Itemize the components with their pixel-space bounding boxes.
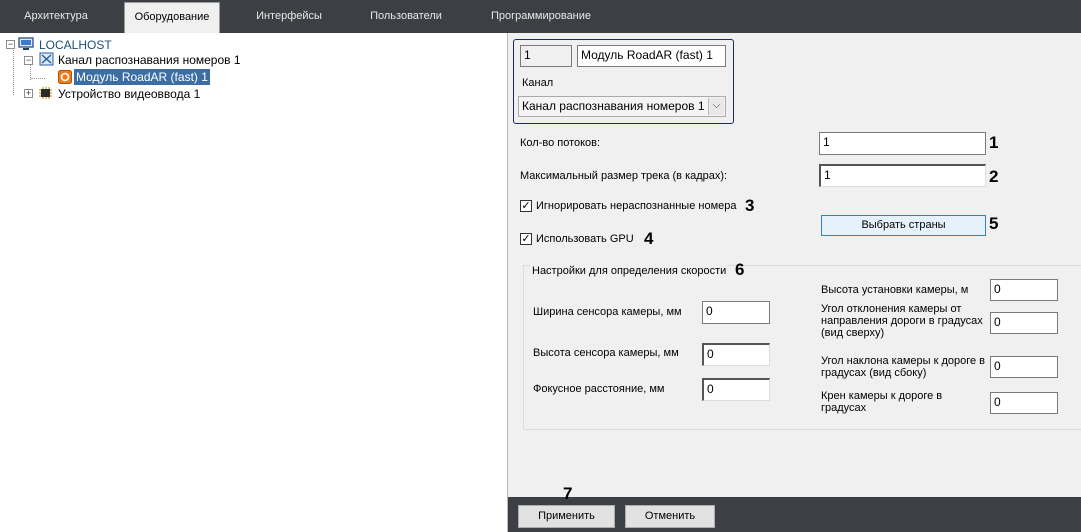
marker-6: 6 [735,260,745,279]
roadar-module-icon [58,70,72,84]
channel-select-value: Канал распознавания номеров 1 [522,99,705,113]
focal-length-input[interactable]: 0 [702,378,770,401]
focal-length-label: Фокусное расстояние, мм [533,383,665,395]
pitch-angle-label: Угол наклона камеры к дороге в градусах … [821,355,986,379]
marker-7: 7 [563,484,573,503]
chip-icon [39,87,52,99]
choose-countries-button[interactable]: Выбрать страны [821,215,986,236]
tab-interfaces[interactable]: Интерфейсы [246,0,332,33]
chevron-down-icon[interactable]: ⌵ [708,98,724,115]
sensor-width-input[interactable]: 0 [702,301,770,324]
collapse-icon[interactable]: − [6,40,15,49]
camera-height-input[interactable]: 0 [990,279,1058,301]
camera-height-label: Высота установки камеры, м [821,284,969,296]
apply-button[interactable]: Применить [518,505,615,528]
tab-users[interactable]: Пользователи [359,0,453,33]
ignore-unrecognized-label: Игнорировать нераспознанные номера [536,200,737,212]
tree-item-localhost[interactable]: LOCALHOST [39,37,112,53]
tree-item-module[interactable]: Модуль RoadAR (fast) 1 [74,69,210,85]
marker-2: 2 [989,167,999,186]
object-name-field[interactable]: Модуль RoadAR (fast) 1 [577,45,726,67]
use-gpu-checkbox[interactable]: ✓ [520,233,532,245]
ignore-unrecognized-checkbox[interactable]: ✓ [520,200,532,212]
track-size-label: Максимальный размер трека (в кадрах): [520,170,728,182]
speed-group-title: Настройки для определения скорости [530,265,729,277]
sensor-height-label: Высота сенсора камеры, мм [533,347,679,359]
channel-label: Канал [522,77,554,89]
tab-architecture[interactable]: Архитектура [14,0,98,33]
cancel-button[interactable]: Отменить [625,505,715,528]
lpr-channel-icon [39,52,54,66]
collapse-icon[interactable]: − [24,56,33,65]
tab-equipment[interactable]: Оборудование [124,2,220,33]
marker-3: 3 [745,196,755,215]
sensor-width-label: Ширина сенсора камеры, мм [533,306,682,318]
sensor-height-input[interactable]: 0 [702,343,770,366]
yaw-angle-input[interactable]: 0 [990,312,1058,334]
yaw-angle-label: Угол отклонения камеры от направления до… [821,303,983,339]
tree-line [13,45,14,95]
track-size-input[interactable]: 1 [819,164,986,187]
marker-5: 5 [989,214,999,233]
marker-4: 4 [644,229,654,248]
pitch-angle-input[interactable]: 0 [990,356,1058,378]
marker-1: 1 [989,133,999,152]
roll-angle-label: Крен камеры к дороге в градусах [821,390,943,414]
expand-icon[interactable]: + [24,89,33,98]
computer-icon [18,37,34,50]
tree-item-channel[interactable]: Канал распознавания номеров 1 [58,52,241,68]
streams-label: Кол-во потоков: [520,137,601,149]
tree-item-video-device[interactable]: Устройство видеоввода 1 [58,86,200,102]
tree-line [31,78,45,79]
streams-input[interactable]: 1 [819,132,986,155]
tab-programming[interactable]: Программирование [480,0,602,33]
channel-select[interactable]: Канал распознавания номеров 1 [518,96,726,117]
use-gpu-label: Использовать GPU [536,233,634,245]
tab-bar: Архитектура Оборудование Интерфейсы Поль… [0,0,1081,33]
hardware-tree: − LOCALHOST − Канал распознавания номеро… [0,33,508,532]
roll-angle-input[interactable]: 0 [990,392,1058,414]
object-id-field[interactable]: 1 [520,45,572,67]
